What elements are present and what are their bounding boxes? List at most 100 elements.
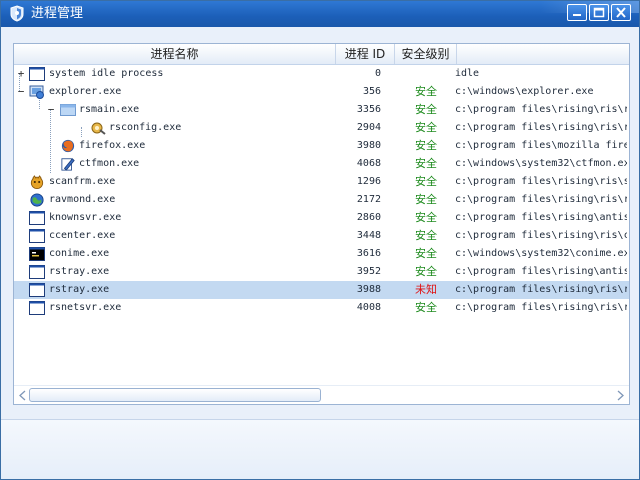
expand-toggle[interactable]: +: [16, 65, 26, 83]
footer-area: [1, 420, 639, 479]
column-process-name[interactable]: 进程名称: [14, 44, 336, 64]
table-row[interactable]: rstray.exe 3952 安全 c:\program files\risi…: [14, 263, 629, 281]
process-id: 1296: [356, 176, 381, 187]
window-icon: [29, 229, 45, 243]
process-path: c:\program files\rising\antis: [455, 266, 627, 277]
close-button[interactable]: [611, 4, 631, 21]
collapse-toggle[interactable]: −: [46, 101, 56, 119]
process-id: 356: [362, 86, 381, 97]
column-path[interactable]: [457, 44, 629, 64]
table-row[interactable]: ravmond.exe 2172 安全 c:\program files\ris…: [14, 191, 629, 209]
security-level: 安全: [415, 193, 437, 206]
collapse-toggle[interactable]: −: [16, 83, 26, 101]
table-row[interactable]: − rsmain.exe 3356 安全 c:\program files\ri…: [14, 101, 629, 119]
process-manager-window: 进程管理 进程名称 进程 ID 安全级别 + system idle proce…: [0, 0, 640, 480]
process-path: c:\program files\rising\ris\c: [455, 230, 627, 241]
process-name: knownsvr.exe: [49, 212, 122, 223]
table-row[interactable]: scanfrm.exe 1296 安全 c:\program files\ris…: [14, 173, 629, 191]
process-path: c:\program files\rising\ris\r: [455, 302, 627, 313]
process-id: 4008: [356, 302, 381, 313]
horizontal-scrollbar[interactable]: [14, 385, 629, 404]
arrow-left-icon[interactable]: [18, 390, 27, 401]
table-row[interactable]: knownsvr.exe 2860 安全 c:\program files\ri…: [14, 209, 629, 227]
ravmond-icon: [30, 193, 44, 207]
process-name: system idle process: [49, 68, 164, 79]
process-id: 2860: [356, 212, 381, 223]
close-icon: [616, 7, 626, 18]
security-level: 安全: [415, 157, 437, 170]
process-path: c:\program files\rising\ris\r: [455, 194, 627, 205]
arrow-right-icon[interactable]: [616, 390, 625, 401]
table-row-selected[interactable]: rstray.exe 3988 未知 c:\program files\risi…: [14, 281, 629, 299]
security-level: 安全: [415, 103, 437, 116]
process-path: c:\windows\system32\conime.ex: [455, 248, 627, 259]
security-level: 安全: [415, 85, 437, 98]
process-id: 3988: [356, 284, 381, 295]
window-icon: [29, 265, 45, 279]
rsconfig-icon: [91, 122, 106, 135]
table-row[interactable]: firefox.exe 3980 安全 c:\program files\moz…: [14, 137, 629, 155]
column-header: 进程名称 进程 ID 安全级别: [14, 44, 629, 65]
window-icon: [29, 301, 45, 315]
firefox-icon: [61, 139, 75, 153]
process-name: firefox.exe: [79, 140, 146, 151]
security-level: 安全: [415, 175, 437, 188]
security-level: 安全: [415, 139, 437, 152]
scrollbar-thumb[interactable]: [29, 388, 321, 402]
table-row[interactable]: rsnetsvr.exe 4008 安全 c:\program files\ri…: [14, 299, 629, 317]
process-id: 4068: [356, 158, 381, 169]
security-level: [395, 65, 457, 83]
maximize-button[interactable]: [589, 4, 609, 21]
table-row[interactable]: rsconfig.exe 2904 安全 c:\program files\ri…: [14, 119, 629, 137]
scanfrm-icon: [30, 175, 44, 189]
process-id: 0: [374, 68, 381, 79]
process-path: c:\program files\mozilla fire: [455, 140, 627, 151]
process-name: conime.exe: [49, 248, 110, 259]
column-security-level[interactable]: 安全级别: [395, 44, 457, 64]
console-icon: [29, 247, 45, 261]
process-id: 3952: [356, 266, 381, 277]
process-name: rsconfig.exe: [109, 122, 182, 133]
table-row[interactable]: − explorer.exe 356 安全 c:\windows\explore…: [14, 83, 629, 101]
maximize-icon: [593, 7, 605, 18]
security-level: 未知: [415, 283, 437, 296]
table-row[interactable]: + system idle process 0 idle: [14, 65, 629, 83]
process-path: c:\program files\rising\ris\r: [455, 284, 627, 295]
process-id: 3356: [356, 104, 381, 115]
title-bar[interactable]: 进程管理: [1, 1, 639, 27]
window-icon: [29, 283, 45, 297]
process-name: ravmond.exe: [49, 194, 116, 205]
table-row[interactable]: ccenter.exe 3448 安全 c:\program files\ris…: [14, 227, 629, 245]
process-path: c:\program files\rising\ris\s: [455, 176, 627, 187]
process-name: rsmain.exe: [79, 104, 140, 115]
process-path: c:\windows\system32\ctfmon.ex: [455, 158, 627, 169]
security-level: 安全: [415, 229, 437, 242]
process-id: 3448: [356, 230, 381, 241]
minimize-button[interactable]: [567, 4, 587, 21]
security-level: 安全: [415, 265, 437, 278]
security-level: 安全: [415, 247, 437, 260]
minimize-icon: [573, 14, 581, 16]
security-level: 安全: [415, 121, 437, 134]
process-name: explorer.exe: [49, 86, 122, 97]
process-name: rstray.exe: [49, 266, 110, 277]
window-title: 进程管理: [31, 6, 84, 21]
process-name: scanfrm.exe: [49, 176, 116, 187]
window-icon: [29, 211, 45, 225]
explorer-icon: [29, 85, 44, 99]
process-name: ctfmon.exe: [79, 158, 140, 169]
table-row[interactable]: ctfmon.exe 4068 安全 c:\windows\system32\c…: [14, 155, 629, 173]
shield-icon: [10, 5, 24, 22]
process-id: 3616: [356, 248, 381, 259]
table-row[interactable]: conime.exe 3616 安全 c:\windows\system32\c…: [14, 245, 629, 263]
column-process-id[interactable]: 进程 ID: [336, 44, 395, 64]
process-name: rstray.exe: [49, 284, 110, 295]
rsmain-icon: [60, 104, 76, 116]
process-list-panel: 进程名称 进程 ID 安全级别 + system idle process 0 …: [13, 43, 630, 405]
process-name: rsnetsvr.exe: [49, 302, 122, 313]
process-path: c:\program files\rising\antis: [455, 212, 627, 223]
process-path: c:\program files\rising\ris\r: [455, 104, 627, 115]
security-level: 安全: [415, 301, 437, 314]
process-path: idle: [455, 68, 480, 79]
ctfmon-icon: [61, 158, 75, 171]
